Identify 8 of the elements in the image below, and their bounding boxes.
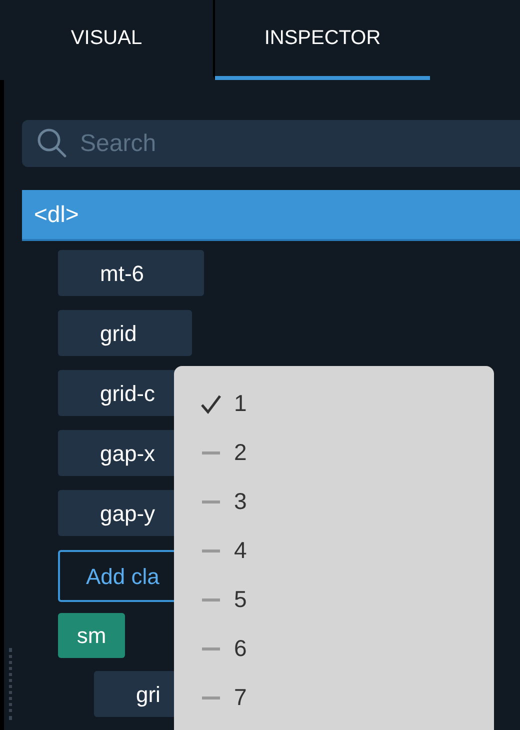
menu-item[interactable]: 6	[174, 624, 494, 673]
tab[interactable]: INSPECTOR	[215, 0, 430, 80]
tab[interactable]: VISUAL	[0, 0, 215, 80]
breakpoint-tag[interactable]: sm	[58, 613, 125, 658]
class-chip[interactable]: grid	[58, 310, 192, 356]
search-icon	[36, 127, 68, 159]
search-field[interactable]: Search	[22, 120, 520, 167]
class-chip[interactable]: mt-6	[58, 250, 204, 296]
